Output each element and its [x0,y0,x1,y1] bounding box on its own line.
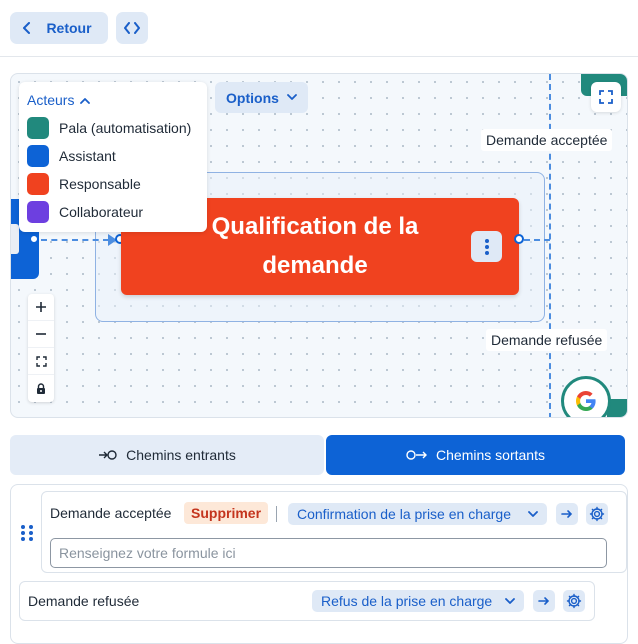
legend-swatch [27,145,49,167]
lock-icon [37,382,45,394]
gear-icon [589,506,605,522]
path-settings-button[interactable] [586,503,608,525]
actors-legend: Acteurs Pala (automatisation) Assistant … [19,82,207,232]
legend-swatch [27,117,49,139]
tab-incoming-paths[interactable]: Chemins entrants [10,435,324,475]
plus-icon [36,302,46,312]
outgoing-paths-panel: Demande acceptée Supprimer Confirmation … [10,484,628,644]
go-to-step-button[interactable] [556,503,578,525]
path-name: Demande refusée [28,593,140,609]
options-label: Options [226,89,279,106]
fit-view-icon [35,355,47,367]
legend-title: Acteurs [27,92,75,108]
path-card-refused: Demande refusée Refus de la prise en cha… [19,581,595,621]
chevron-down-icon [528,510,538,517]
tab-outgoing-paths[interactable]: Chemins sortants [326,435,625,475]
back-button-label: Retour [46,20,92,36]
legend-item-assistant: Assistant [27,142,199,170]
code-icon [124,22,140,34]
vertical-dots-icon [484,238,489,255]
legend-item-label: Responsable [59,176,141,192]
separator [276,506,277,522]
fullscreen-button[interactable] [591,82,621,112]
arrow-right-icon [561,510,573,518]
fullscreen-icon [599,90,613,104]
code-view-button[interactable] [116,12,148,44]
incoming-edge [41,239,109,241]
path-card-accepted: Demande acceptée Supprimer Confirmation … [41,491,627,573]
incoming-path-icon [99,450,117,460]
delete-path-button[interactable]: Supprimer [184,502,269,524]
legend-swatch [27,173,49,195]
go-to-step-button[interactable] [533,590,555,612]
edge-label-refused[interactable]: Demande refusée [486,329,608,351]
outgoing-edge-vertical [549,74,551,417]
target-step-select[interactable]: Confirmation de la prise en charge [288,503,547,525]
legend-item-pala: Pala (automatisation) [27,114,199,142]
path-settings-button[interactable] [563,590,585,612]
legend-item-label: Collaborateur [59,204,144,220]
chevron-left-icon [23,22,31,34]
options-button[interactable]: Options [215,82,308,113]
zoom-out-button[interactable] [28,321,54,348]
minus-icon [36,333,46,335]
top-bar: Retour [0,0,638,57]
chevron-up-icon [80,97,91,104]
paths-tabs: Chemins entrants Chemins sortants [10,435,625,475]
previous-node-fragment-detail [11,224,19,254]
legend-item-label: Assistant [59,148,116,164]
legend-swatch [27,201,49,223]
google-icon[interactable] [561,376,611,417]
zoom-controls [28,294,54,402]
gear-icon [566,593,582,609]
fit-view-button[interactable] [28,348,54,375]
outgoing-edge-horizontal [524,239,550,241]
chevron-down-icon [287,94,297,100]
formula-input[interactable] [50,538,607,568]
legend-toggle[interactable]: Acteurs [27,92,199,108]
legend-item-responsable: Responsable [27,170,199,198]
node-output-handle[interactable] [514,234,524,244]
chevron-down-icon [505,597,515,604]
node-title: Qualification de la demande [211,213,419,279]
workflow-canvas[interactable]: Qualification de la demande Demande acce… [10,73,628,418]
target-step-value: Confirmation de la prise en charge [297,506,512,522]
source-handle[interactable] [29,234,39,244]
lock-button[interactable] [28,375,54,402]
tab-incoming-label: Chemins entrants [126,447,236,463]
google-g-icon [576,391,596,411]
legend-item-label: Pala (automatisation) [59,120,192,136]
target-step-select[interactable]: Refus de la prise en charge [312,590,524,612]
legend-item-collaborateur: Collaborateur [27,198,199,226]
path-name: Demande acceptée [50,505,172,521]
zoom-in-button[interactable] [28,294,54,321]
edge-label-accepted[interactable]: Demande acceptée [481,129,613,151]
arrow-right-icon [538,597,550,605]
drag-handle-icon[interactable] [21,525,33,541]
tab-outgoing-label: Chemins sortants [436,447,545,463]
node-menu-button[interactable] [471,231,502,262]
outgoing-path-icon [406,450,428,460]
target-step-value: Refus de la prise en charge [321,593,493,609]
back-button[interactable]: Retour [10,12,108,44]
